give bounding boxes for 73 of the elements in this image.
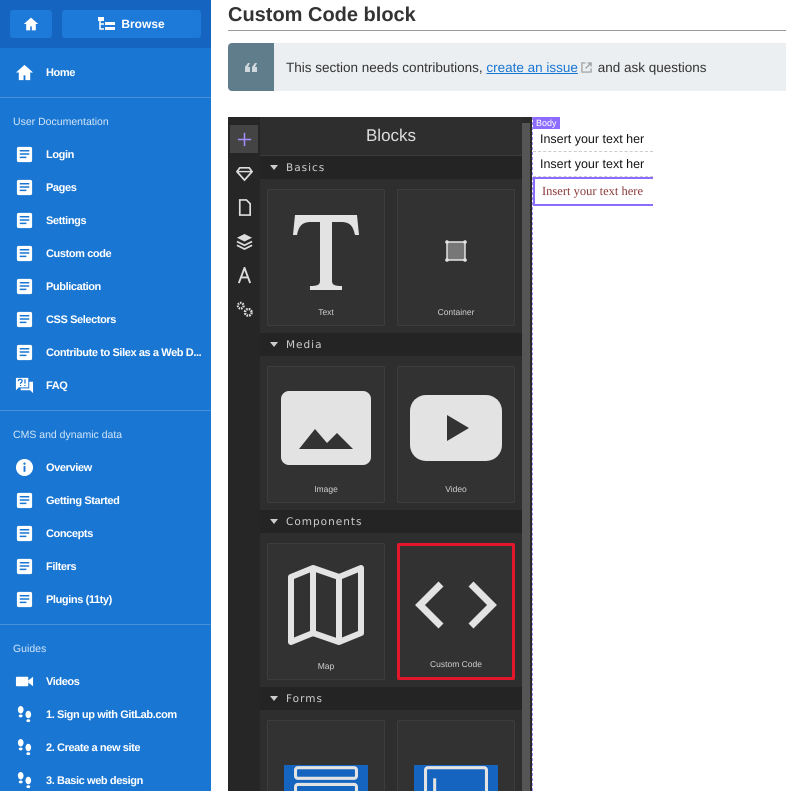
footprints-icon — [15, 738, 34, 757]
landscape-image-icon — [281, 390, 371, 464]
scrollbar[interactable] — [522, 123, 530, 791]
block-tile[interactable]: Container — [397, 189, 515, 326]
nav-link[interactable]: Pages — [0, 171, 211, 204]
category-header[interactable]: Components — [260, 510, 522, 533]
issue-link[interactable]: create an issue — [486, 60, 578, 74]
caret-icon — [270, 519, 278, 524]
document-icon — [15, 557, 34, 576]
code-brackets-icon — [415, 580, 497, 630]
tree-icon — [98, 17, 116, 31]
nav-link[interactable]: Filters — [0, 550, 211, 583]
nav-link[interactable]: Custom code — [0, 237, 211, 270]
section-label: Guides — [13, 643, 46, 655]
nav-link[interactable]: Login — [0, 138, 211, 171]
block-tile[interactable]: Map — [267, 543, 385, 680]
block-tile[interactable]: Video — [397, 366, 515, 503]
nav-link[interactable]: CSS Selectors — [0, 303, 211, 336]
browse-button[interactable]: Browse — [62, 10, 201, 38]
caret-icon — [270, 696, 278, 701]
document-icon — [15, 491, 34, 510]
nav-link[interactable]: FAQ — [0, 369, 211, 402]
plus-icon[interactable] — [230, 125, 258, 153]
nav-link[interactable]: Plugins (11ty) — [0, 583, 211, 616]
category-header[interactable]: Basics — [260, 156, 522, 179]
nav-link[interactable]: 2. Create a new site — [0, 731, 211, 764]
nav-link[interactable]: 3. Basic web design — [0, 764, 211, 791]
page-title: Custom Code block — [228, 0, 786, 31]
document-icon — [15, 590, 34, 609]
footprints-icon — [15, 771, 34, 790]
block-tile[interactable]: Custom Code — [397, 543, 515, 680]
document-icon — [15, 277, 34, 296]
category-header[interactable]: Forms — [260, 687, 522, 710]
nav-link[interactable]: Home — [0, 56, 211, 89]
nav-link[interactable]: Contribute to Silex as a Web D... — [0, 336, 211, 369]
nav-link[interactable]: Publication — [0, 270, 211, 303]
nav-link[interactable]: Concepts — [0, 517, 211, 550]
text-element[interactable]: Insert your text her — [533, 127, 653, 152]
section-label: CMS and dynamic data — [13, 429, 122, 441]
nav-link[interactable]: Videos — [0, 665, 211, 698]
document-icon — [15, 211, 34, 230]
document-icon — [15, 244, 34, 263]
footprints-icon — [15, 705, 34, 724]
play-button-icon — [410, 394, 502, 460]
nav-link[interactable]: Getting Started — [0, 484, 211, 517]
home-icon — [23, 16, 39, 32]
block-tile[interactable]: Image — [267, 366, 385, 503]
notice-text: This section needs contributions, create an issue and ask questions — [286, 60, 707, 74]
folded-map-icon — [288, 564, 364, 644]
nav-link[interactable]: Overview — [0, 451, 211, 484]
document-icon — [15, 343, 34, 362]
document-icon — [15, 310, 34, 329]
square-icon — [445, 240, 467, 262]
document-icon — [15, 178, 34, 197]
text-element[interactable]: Insert your text here — [533, 177, 653, 206]
info-icon — [15, 458, 34, 477]
caret-icon — [270, 165, 278, 170]
document-icon — [15, 524, 34, 543]
nav-link[interactable]: 1. Sign up with GitLab.com — [0, 698, 211, 731]
home-button[interactable] — [10, 10, 52, 38]
external-link-icon — [580, 62, 592, 72]
section-label: User Documentation — [13, 116, 109, 128]
quote-icon — [245, 62, 257, 72]
panel-title: Blocks — [366, 126, 416, 146]
home-icon — [15, 63, 34, 82]
category-header[interactable]: Media — [260, 333, 522, 356]
nav-link[interactable]: Settings — [0, 204, 211, 237]
caret-icon — [270, 342, 278, 347]
faq-icon — [15, 376, 34, 395]
text-element[interactable]: Insert your text her — [533, 152, 653, 177]
body-tag: Body — [533, 117, 560, 129]
block-tile[interactable]: Text — [267, 189, 385, 326]
document-icon — [15, 145, 34, 164]
